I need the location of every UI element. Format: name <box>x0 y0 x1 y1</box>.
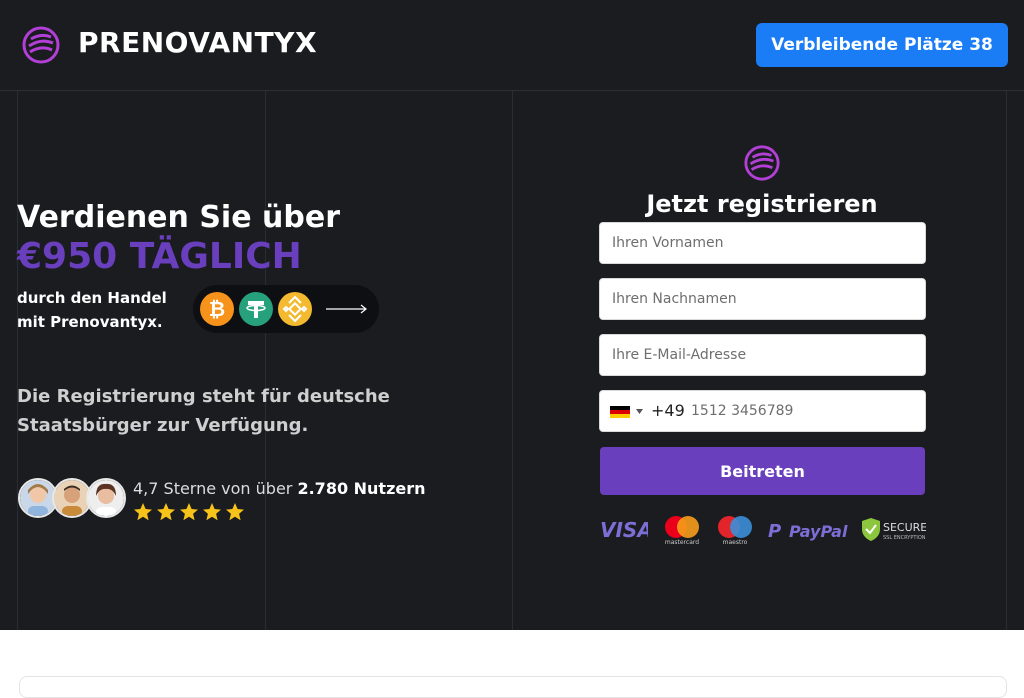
paypal-logo: P PayPal <box>768 521 848 542</box>
form-logo-icon <box>744 145 780 181</box>
star-rating <box>133 502 245 522</box>
svg-text:VISA: VISA <box>600 518 648 542</box>
brand-name: PRENOVANTYX <box>78 26 318 59</box>
svg-text:mastercard: mastercard <box>665 539 699 545</box>
caret-down-icon[interactable] <box>636 409 643 414</box>
brand-logo-icon <box>22 26 60 64</box>
svg-text:SECURE: SECURE <box>883 521 926 534</box>
svg-text:P: P <box>768 521 781 542</box>
star-icon <box>203 503 221 521</box>
grid-line <box>265 91 266 630</box>
hero-amount: €950 TÄGLICH <box>17 236 302 277</box>
germany-flag-icon[interactable] <box>610 406 630 418</box>
star-icon <box>226 503 244 521</box>
star-icon <box>157 503 175 521</box>
bitcoin-icon: ₿ <box>200 292 234 326</box>
user-avatar <box>86 478 126 518</box>
grid-line <box>17 91 18 630</box>
first-name-input[interactable]: Ihren Vornamen <box>599 222 926 264</box>
svg-text:SSL ENCRYPTION: SSL ENCRYPTION <box>883 535 926 541</box>
maestro-logo: maestro <box>718 516 752 545</box>
availability-note: Die Registrierung steht für deutsche Sta… <box>17 386 390 436</box>
content-card <box>19 676 1007 698</box>
phone-field: +49 1512 3456789 <box>599 390 926 432</box>
hero-headline: Verdienen Sie über <box>17 200 340 235</box>
form-title: Jetzt registrieren <box>646 190 878 218</box>
arrow-right-icon <box>326 304 367 314</box>
hero-subtext: durch den Handel mit Prenovantyx. <box>17 289 167 331</box>
star-icon <box>180 503 198 521</box>
star-icon <box>134 503 152 521</box>
remaining-spots-button[interactable]: Verbleibende Plätze 38 <box>756 23 1008 67</box>
grid-line <box>512 91 513 630</box>
secure-ssl-badge: SECURE SSL ENCRYPTION <box>862 518 926 541</box>
svg-text:₿: ₿ <box>209 297 225 321</box>
grid-line <box>1006 91 1007 630</box>
mastercard-logo: mastercard <box>665 516 699 545</box>
visa-logo: VISA <box>600 518 648 542</box>
last-name-input[interactable]: Ihren Nachnamen <box>599 278 926 320</box>
tether-icon <box>239 292 273 326</box>
dial-code: +49 <box>651 401 685 420</box>
svg-text:maestro: maestro <box>723 539 748 545</box>
email-input[interactable]: Ihre E-Mail-Adresse <box>599 334 926 376</box>
binance-icon <box>278 292 312 326</box>
rating-text: 4,7 Sterne von über 2.780 Nutzern <box>133 479 426 498</box>
phone-input[interactable]: 1512 3456789 <box>691 403 793 419</box>
rating-count: 2.780 Nutzern <box>297 479 426 498</box>
svg-text:PayPal: PayPal <box>789 522 848 541</box>
site-header: PRENOVANTYX Verbleibende Plätze 38 <box>0 0 1024 91</box>
rating-prefix: 4,7 Sterne von über <box>133 479 293 498</box>
join-button[interactable]: Beitreten <box>600 447 925 495</box>
